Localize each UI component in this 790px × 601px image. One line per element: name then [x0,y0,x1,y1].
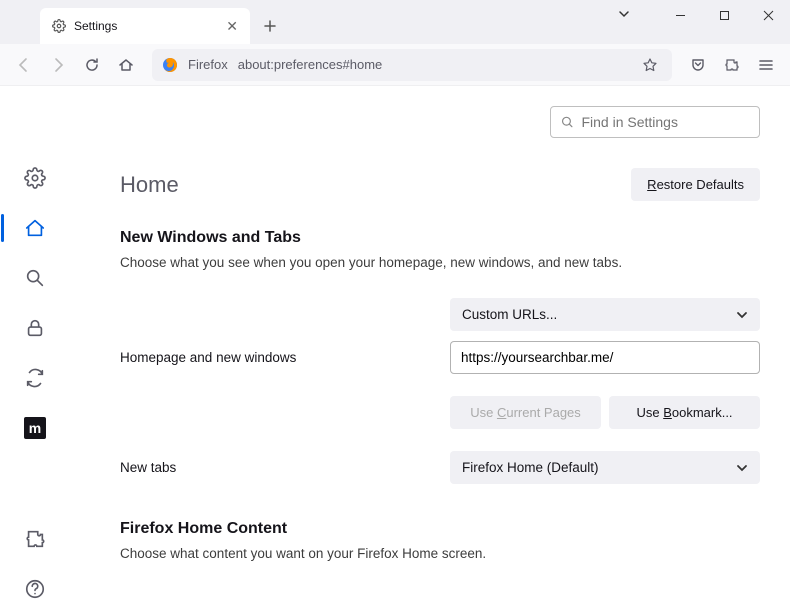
sidebar-item-home[interactable] [23,216,47,240]
select-value: Firefox Home (Default) [462,460,599,475]
settings-main: Home Restore Defaults New Windows and Ta… [70,86,790,601]
sidebar-item-privacy[interactable] [23,316,47,340]
nav-toolbar: Firefox about:preferences#home [0,44,790,86]
sidebar-item-extensions[interactable] [23,527,47,551]
section-desc-2: Choose what content you want on your Fir… [120,546,760,561]
chevron-down-icon [736,309,748,321]
homepage-label: Homepage and new windows [120,350,450,365]
reload-button[interactable] [76,49,108,81]
pocket-button[interactable] [682,49,714,81]
window-controls [658,0,790,30]
section-new-windows-tabs: New Windows and Tabs [120,229,760,247]
close-window-button[interactable] [746,0,790,30]
browser-tab[interactable]: Settings ✕ [40,8,250,44]
tab-title: Settings [74,19,218,33]
sidebar-item-help[interactable] [23,577,47,601]
extensions-button[interactable] [716,49,748,81]
bookmark-star-icon[interactable] [638,57,662,73]
address-bar[interactable]: Firefox about:preferences#home [152,49,672,81]
sidebar-item-more[interactable]: m [23,416,47,440]
firefox-logo-icon [162,57,178,73]
menu-button[interactable] [750,49,782,81]
gear-icon [52,19,66,33]
new-tab-button[interactable] [256,12,284,40]
home-button[interactable] [110,49,142,81]
urlbar-identity: Firefox [188,57,228,72]
sidebar-item-search[interactable] [23,266,47,290]
newtabs-label: New tabs [120,460,450,475]
forward-button[interactable] [42,49,74,81]
close-icon[interactable]: ✕ [226,18,238,35]
maximize-button[interactable] [702,0,746,30]
sidebar-item-sync[interactable] [23,366,47,390]
find-input[interactable] [581,114,749,130]
back-button[interactable] [8,49,40,81]
use-current-pages-button[interactable]: Use Current Pages [450,396,601,429]
section-desc: Choose what you see when you open your h… [120,255,760,270]
homepage-url-input[interactable] [450,341,760,374]
settings-sidebar: m [0,86,70,601]
restore-defaults-button[interactable]: Restore Defaults [631,168,760,201]
page-title: Home [120,172,179,198]
content: m Home Restore Defaults New Windows and … [0,86,790,601]
chevron-down-icon [736,462,748,474]
find-in-settings[interactable] [550,106,760,138]
chevron-down-icon[interactable] [618,8,630,20]
titlebar: Settings ✕ [0,0,790,44]
sidebar-item-general[interactable] [23,166,47,190]
section-firefox-home-content: Firefox Home Content [120,520,760,538]
minimize-button[interactable] [658,0,702,30]
newtabs-select[interactable]: Firefox Home (Default) [450,451,760,484]
urlbar-text: about:preferences#home [238,57,628,72]
homepage-mode-select[interactable]: Custom URLs... [450,298,760,331]
select-value: Custom URLs... [462,307,557,322]
use-bookmark-button[interactable]: Use Bookmark... [609,396,760,429]
